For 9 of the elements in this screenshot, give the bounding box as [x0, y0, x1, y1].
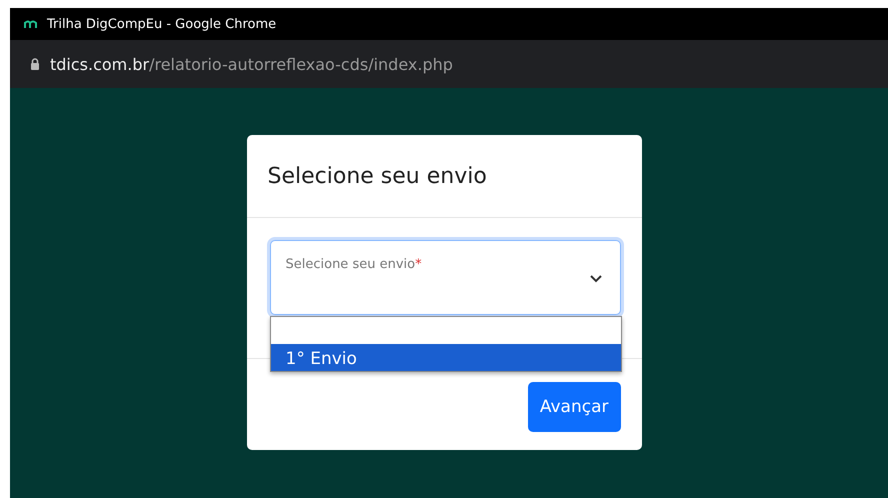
next-button[interactable]: Avançar	[528, 382, 620, 432]
modal-title: Selecione seu envio	[268, 164, 487, 188]
window-title: Trilha DigCompEu - Google Chrome	[47, 16, 276, 32]
app-logo-icon	[24, 19, 38, 29]
chevron-down-icon	[590, 275, 602, 283]
address-field[interactable]: tdics.com.br/relatorio-autorreflexao-cds/index.php	[50, 54, 453, 74]
field-label: Selecione seu envio*	[286, 257, 422, 272]
lock-icon	[30, 58, 40, 70]
dropdown-option[interactable]: 1° Envio	[270, 344, 620, 371]
